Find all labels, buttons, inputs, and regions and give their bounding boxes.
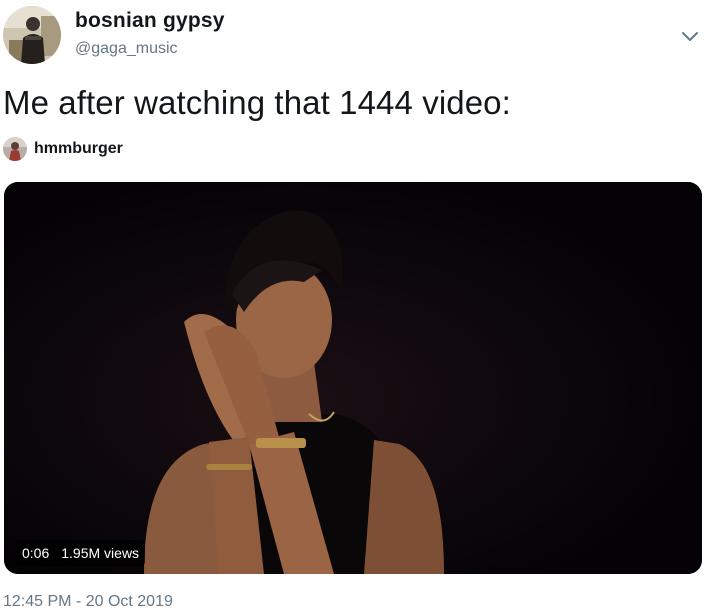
tweet-timestamp[interactable]: 12:45 PM - 20 Oct 2019 [3,593,173,611]
video-views: 1.95M views [61,545,140,561]
media-credit-name: hmmburger [34,140,123,157]
media-credit[interactable]: hmmburger [3,136,123,162]
video-info-badge: 0:06 1.95M views [16,540,146,566]
credit-avatar [3,137,27,161]
video-frame [4,182,702,574]
author-avatar[interactable] [3,6,61,64]
author-handle[interactable]: @gaga_music [75,40,178,58]
video-duration: 0:06 [22,545,50,561]
author-display-name[interactable]: bosnian gypsy [75,9,225,33]
video-player[interactable]: 0:06 1.95M views [4,182,702,574]
avatar-photo [3,6,61,64]
chevron-down-icon[interactable] [680,28,700,44]
tweet-text: Me after watching that 1444 video: [3,84,511,121]
